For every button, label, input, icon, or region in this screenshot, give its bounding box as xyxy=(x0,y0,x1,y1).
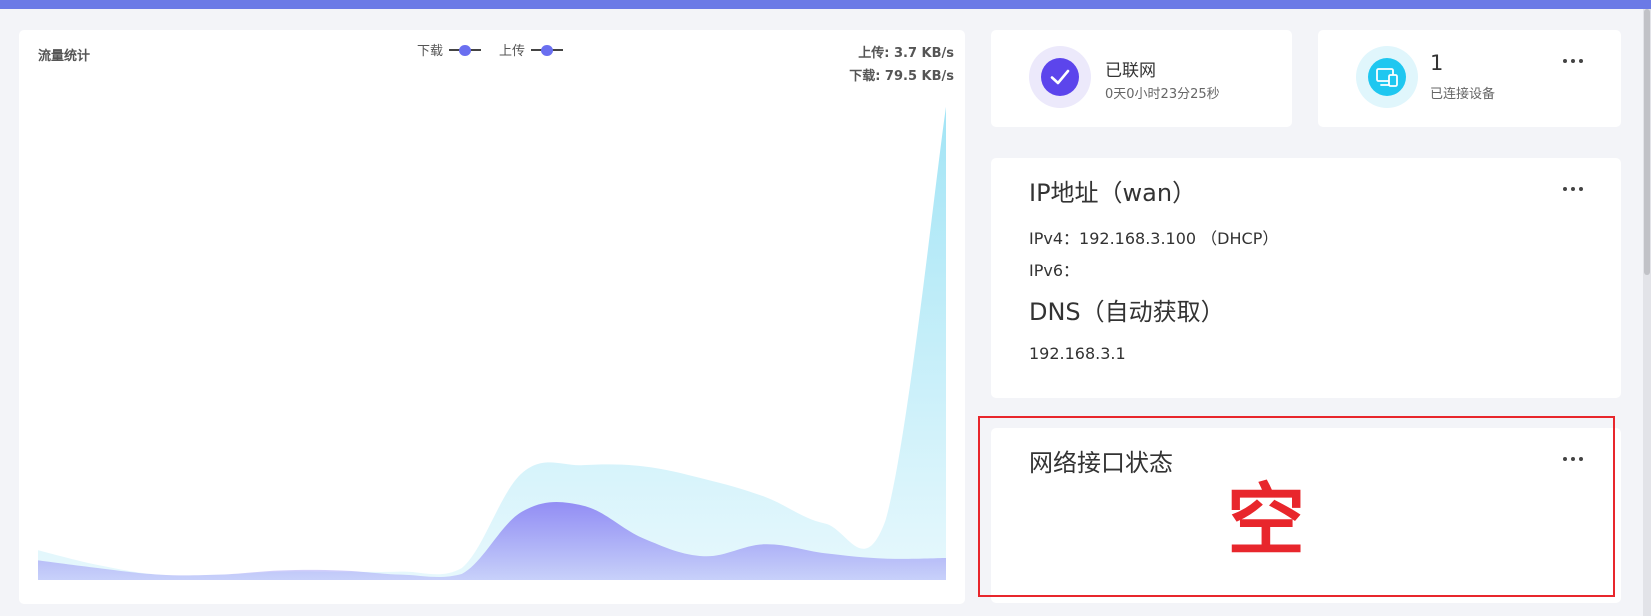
ip-title: IP地址（wan） xyxy=(1029,179,1197,207)
traffic-chart xyxy=(38,106,946,580)
online-icon-bg xyxy=(1029,46,1091,108)
traffic-rates: 上传: 3.7 KB/s 下载: 79.5 KB/s xyxy=(849,42,954,88)
online-status-card: 已联网 0天0小时23分25秒 xyxy=(991,30,1292,127)
devices-label: 已连接设备 xyxy=(1430,87,1496,102)
online-duration: 0天0小时23分25秒 xyxy=(1105,87,1220,102)
devices-more-icon[interactable] xyxy=(1563,59,1585,65)
device-monitor-icon xyxy=(1368,58,1406,96)
ipv6-label: IPv6： xyxy=(1029,261,1080,280)
legend-upload-marker-icon xyxy=(531,44,564,56)
ip-more-icon[interactable] xyxy=(1563,187,1585,193)
devices-count: 1 xyxy=(1430,51,1444,75)
upload-rate: 上传: 3.7 KB/s xyxy=(858,46,954,61)
page-scrollbar[interactable] xyxy=(1643,9,1651,616)
ipv4-row: IPv4：192.168.3.100 （DHCP） xyxy=(1029,225,1278,249)
devices-icon-bg xyxy=(1356,46,1418,108)
download-rate: 下载: 79.5 KB/s xyxy=(849,69,954,84)
legend-download[interactable]: 下载 xyxy=(417,40,482,59)
online-title: 已联网 xyxy=(1105,61,1156,81)
legend-download-marker-icon xyxy=(449,44,482,56)
ip-address-card: IP地址（wan） IPv4：192.168.3.100 （DHCP） IPv6… xyxy=(991,158,1621,398)
scrollbar-thumb[interactable] xyxy=(1644,9,1650,275)
legend-upload[interactable]: 上传 xyxy=(499,40,564,59)
check-icon xyxy=(1041,58,1079,96)
annotation-highlight-box xyxy=(978,416,1615,597)
traffic-stats-card: 流量统计 下载 上传 上传: 3.7 KB/s 下载: 79.5 KB/s xyxy=(19,30,965,604)
legend-upload-label: 上传 xyxy=(499,44,526,59)
ipv4-label: IPv4： xyxy=(1029,229,1080,248)
top-accent-bar xyxy=(0,0,1651,9)
devices-card: 1 已连接设备 xyxy=(1318,30,1621,127)
traffic-title: 流量统计 xyxy=(38,49,91,64)
ipv4-value: 192.168.3.100 （DHCP） xyxy=(1079,229,1279,248)
dns-value: 192.168.3.1 xyxy=(1029,344,1126,363)
download-area xyxy=(38,106,946,580)
legend-download-label: 下载 xyxy=(417,44,444,59)
dns-title: DNS（自动获取） xyxy=(1029,298,1225,326)
